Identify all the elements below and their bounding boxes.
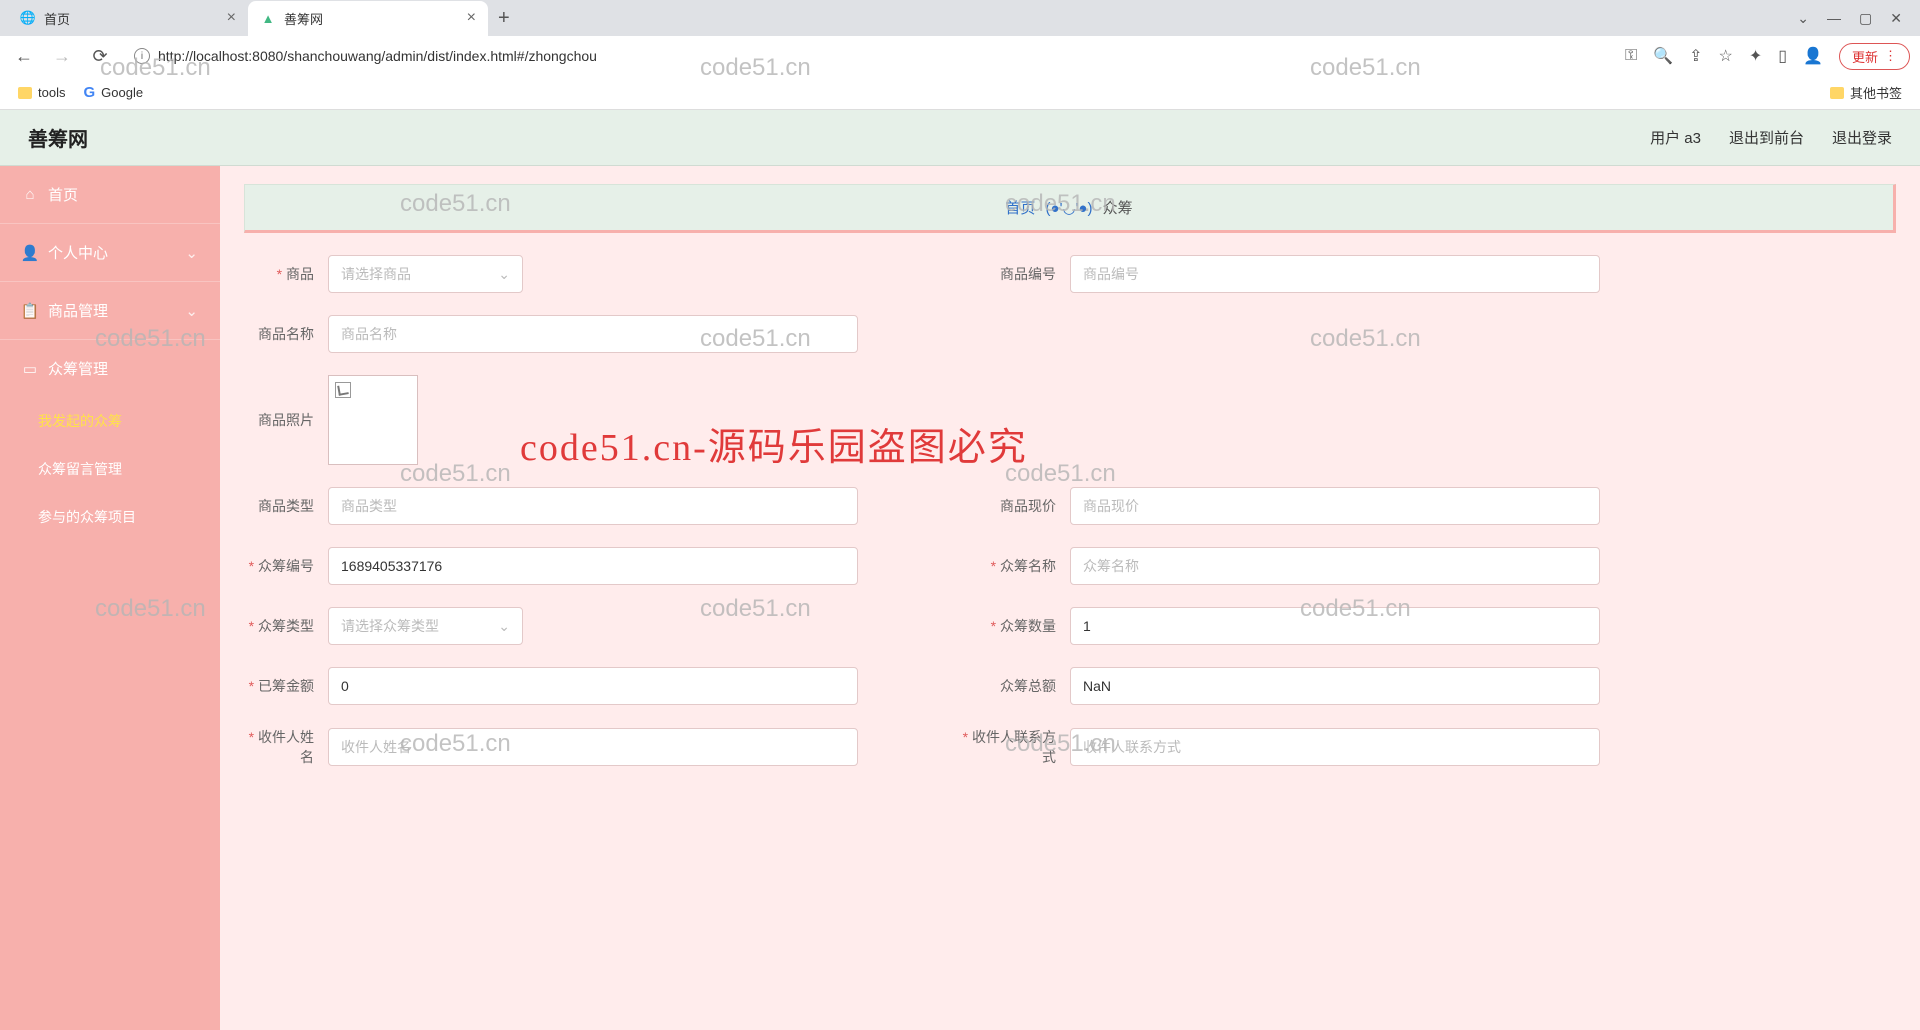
recv-contact-input[interactable] <box>1070 728 1600 766</box>
product-price-input[interactable] <box>1070 487 1600 525</box>
label-raised: 已筹金额 <box>244 676 314 696</box>
star-icon[interactable]: ☆ <box>1719 46 1733 66</box>
sidebar-sub-participated[interactable]: 参与的众筹项目 <box>0 493 220 541</box>
google-icon: G <box>83 84 95 101</box>
key-icon[interactable]: ⚿ <box>1625 47 1637 65</box>
chevron-down-icon: ⌄ <box>498 266 510 283</box>
sidebar-sub-messages[interactable]: 众筹留言管理 <box>0 445 220 493</box>
close-icon[interactable]: × <box>467 9 476 27</box>
url-text: http://localhost:8080/shanchouwang/admin… <box>158 48 597 64</box>
product-name-input[interactable] <box>328 315 858 353</box>
zoom-icon[interactable]: 🔍 <box>1653 46 1673 66</box>
update-button[interactable]: 更新⋮ <box>1839 43 1910 70</box>
browser-tab-home[interactable]: 🌐 首页 × <box>8 1 248 36</box>
window-close-icon[interactable]: ✕ <box>1890 10 1902 27</box>
recv-name-input[interactable] <box>328 728 858 766</box>
close-icon[interactable]: × <box>227 9 236 27</box>
label-product-price: 商品现价 <box>956 496 1056 516</box>
site-info-icon[interactable]: i <box>134 48 150 64</box>
user-label[interactable]: 用户 a3 <box>1650 127 1701 148</box>
home-icon: ⌂ <box>22 187 38 203</box>
vue-icon: ▲ <box>260 10 276 26</box>
label-product-photo: 商品照片 <box>244 410 314 430</box>
breadcrumb: 首页 (●'◡'●) 众筹 <box>244 184 1896 233</box>
sidebar-item-goods[interactable]: 📋 商品管理 ⌄ <box>0 282 220 340</box>
folder-icon <box>1830 87 1844 99</box>
to-frontend-link[interactable]: 退出到前台 <box>1729 127 1804 148</box>
label-product-name: 商品名称 <box>244 324 314 344</box>
bookmark-google[interactable]: GGoogle <box>83 84 143 101</box>
crowd-type-select[interactable]: 请选择众筹类型 ⌄ <box>328 607 523 645</box>
sidebar: ⌂ 首页 👤 个人中心 ⌄ 📋 商品管理 ⌄ ▭ 众筹管理 我发起的众筹 众筹留… <box>0 166 220 1030</box>
extensions-icon[interactable]: ✦ <box>1749 46 1762 66</box>
crowdfunding-form: 商品 请选择商品 ⌄ 商品编号 商品名称 商品照片 商品类型 商品现价 众筹编 <box>244 255 1896 767</box>
back-button[interactable]: ← <box>10 46 38 67</box>
tab-title: 善筹网 <box>284 9 323 28</box>
label-product-type: 商品类型 <box>244 496 314 516</box>
bookmark-other[interactable]: 其他书签 <box>1830 83 1902 102</box>
tab-title: 首页 <box>44 9 70 28</box>
profile-icon[interactable]: 👤 <box>1803 46 1823 66</box>
label-recv-name: 收件人姓名 <box>244 727 314 767</box>
kebab-icon: ⋮ <box>1884 48 1897 64</box>
forward-button[interactable]: → <box>48 46 76 67</box>
share-icon[interactable]: ⇪ <box>1689 46 1702 66</box>
toolbar-icons: ⚿ 🔍 ⇪ ☆ ✦ ▯ 👤 更新⋮ <box>1625 43 1910 70</box>
label-total: 众筹总额 <box>956 676 1056 696</box>
bookmark-tools[interactable]: tools <box>18 85 65 100</box>
label-crowd-name: 众筹名称 <box>956 556 1056 576</box>
product-select[interactable]: 请选择商品 ⌄ <box>328 255 523 293</box>
crowd-qty-input[interactable] <box>1070 607 1600 645</box>
window-dropdown-icon[interactable]: ⌄ <box>1797 10 1809 27</box>
chevron-down-icon: ⌄ <box>185 302 198 320</box>
label-crowd-qty: 众筹数量 <box>956 616 1056 636</box>
sidebar-item-crowdfunding[interactable]: ▭ 众筹管理 <box>0 340 220 397</box>
breadcrumb-current: 众筹 <box>1103 200 1133 217</box>
chevron-down-icon: ⌄ <box>185 244 198 262</box>
window-maximize-icon[interactable]: ▢ <box>1859 10 1872 27</box>
folder-icon <box>18 87 32 99</box>
new-tab-button[interactable]: + <box>488 7 520 30</box>
browser-tab-app[interactable]: ▲ 善筹网 × <box>248 1 488 36</box>
crowd-name-input[interactable] <box>1070 547 1600 585</box>
clipboard-icon: 📋 <box>22 303 38 319</box>
label-crowd-id: 众筹编号 <box>244 556 314 576</box>
label-product-id: 商品编号 <box>956 264 1056 284</box>
face-icon: (●'◡'●) <box>1046 200 1093 217</box>
chevron-down-icon: ⌄ <box>498 618 510 635</box>
app-body: ⌂ 首页 👤 个人中心 ⌄ 📋 商品管理 ⌄ ▭ 众筹管理 我发起的众筹 众筹留… <box>0 166 1920 1030</box>
label-product: 商品 <box>244 264 314 284</box>
crowd-id-input[interactable] <box>328 547 858 585</box>
list-icon: ▭ <box>22 361 38 377</box>
main-content: 首页 (●'◡'●) 众筹 商品 请选择商品 ⌄ 商品编号 商品名称 商品照片 … <box>220 166 1920 1030</box>
globe-icon: 🌐 <box>20 10 36 26</box>
header-actions: 用户 a3 退出到前台 退出登录 <box>1650 127 1892 148</box>
browser-chrome: 🌐 首页 × ▲ 善筹网 × + ⌄ — ▢ ✕ ← → ⟳ i http://… <box>0 0 1920 110</box>
sidebar-sub-my-crowdfunding[interactable]: 我发起的众筹 <box>0 397 220 445</box>
product-type-input[interactable] <box>328 487 858 525</box>
product-id-input[interactable] <box>1070 255 1600 293</box>
logout-link[interactable]: 退出登录 <box>1832 127 1892 148</box>
sidebar-item-personal[interactable]: 👤 个人中心 ⌄ <box>0 224 220 282</box>
label-crowd-type: 众筹类型 <box>244 616 314 636</box>
label-recv-contact: 收件人联系方式 <box>956 727 1056 767</box>
window-controls: ⌄ — ▢ ✕ <box>1797 10 1920 27</box>
reload-button[interactable]: ⟳ <box>86 46 114 67</box>
user-icon: 👤 <box>22 245 38 261</box>
tab-strip: 🌐 首页 × ▲ 善筹网 × + ⌄ — ▢ ✕ <box>0 0 1920 36</box>
raised-input[interactable] <box>328 667 858 705</box>
address-row: ← → ⟳ i http://localhost:8080/shanchouwa… <box>0 36 1920 76</box>
sidebar-item-home[interactable]: ⌂ 首页 <box>0 166 220 224</box>
app-title: 善筹网 <box>28 123 88 152</box>
address-bar[interactable]: i http://localhost:8080/shanchouwang/adm… <box>124 44 1615 68</box>
app-header: 善筹网 用户 a3 退出到前台 退出登录 <box>0 110 1920 166</box>
window-minimize-icon[interactable]: — <box>1827 10 1841 27</box>
panel-icon[interactable]: ▯ <box>1778 46 1787 66</box>
total-input[interactable] <box>1070 667 1600 705</box>
product-photo-upload[interactable] <box>328 375 858 465</box>
broken-image-icon <box>335 382 351 398</box>
breadcrumb-home[interactable]: 首页 <box>1005 200 1035 217</box>
bookmarks-bar: tools GGoogle 其他书签 <box>0 76 1920 110</box>
